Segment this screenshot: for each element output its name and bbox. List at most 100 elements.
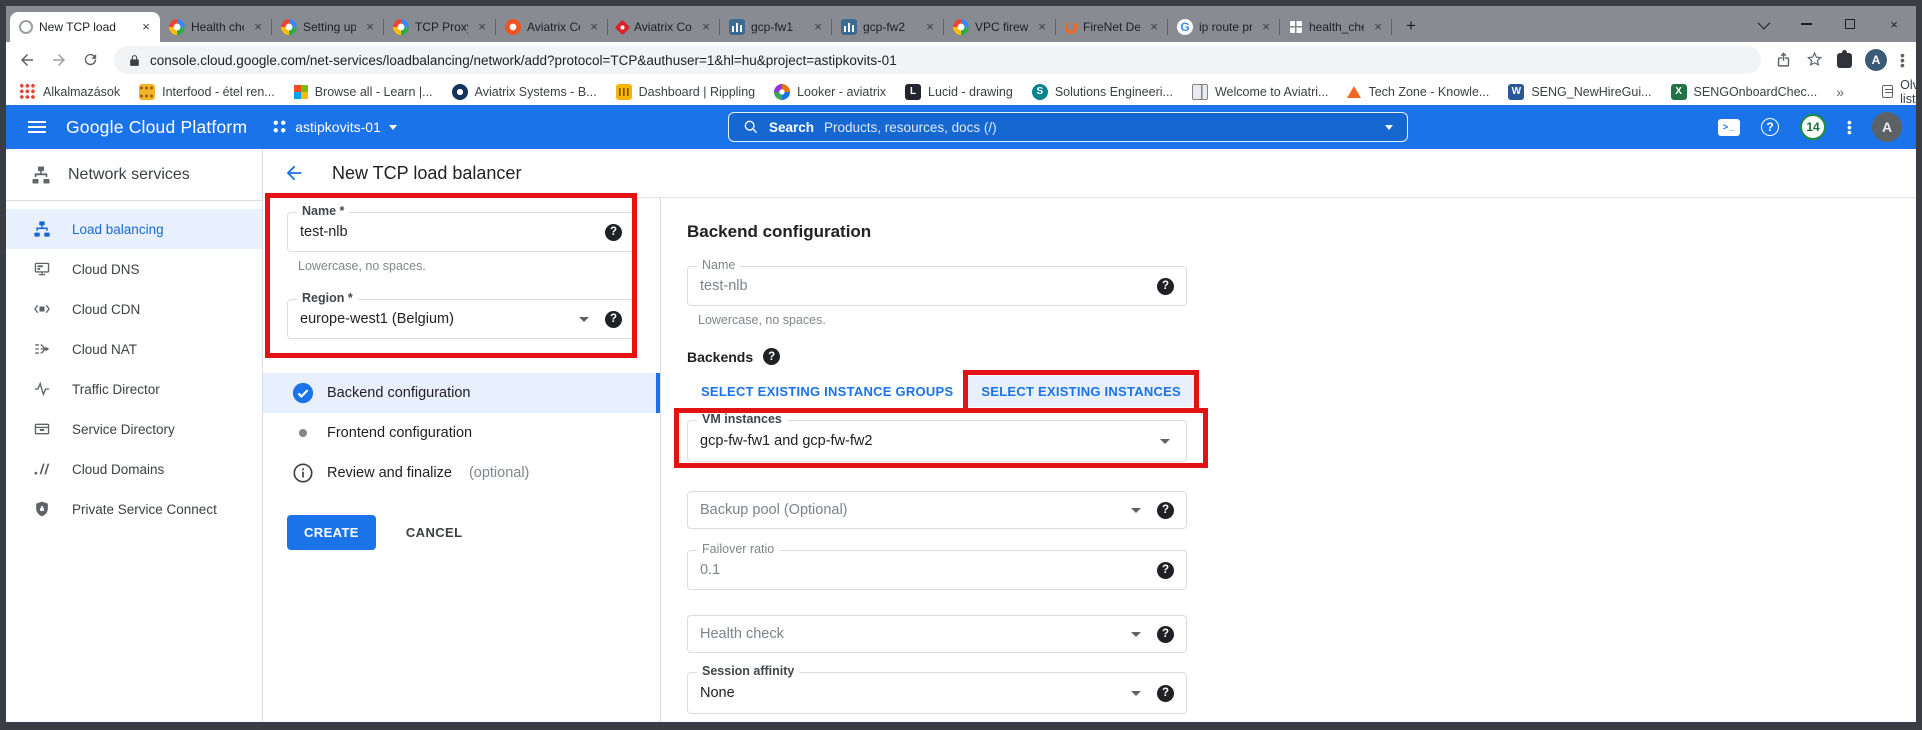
gcp-profile-avatar[interactable]: A bbox=[1872, 112, 1902, 142]
create-button[interactable]: CREATE bbox=[287, 515, 376, 550]
browser-tab[interactable]: health_check_ × bbox=[1280, 12, 1392, 42]
browser-tab[interactable]: Setting up TC × bbox=[272, 12, 384, 42]
sidebar-item-label: Private Service Connect bbox=[72, 502, 217, 517]
close-window-button[interactable]: × bbox=[1872, 6, 1916, 42]
sidebar-item-cloud-dns[interactable]: Cloud DNS bbox=[6, 249, 262, 289]
help-icon[interactable]: ? bbox=[1157, 562, 1174, 579]
bookmark-item[interactable]: Tech Zone - Knowle... bbox=[1347, 85, 1489, 99]
tab-close-icon[interactable]: × bbox=[698, 19, 714, 35]
browser-tab[interactable]: ip route proto × bbox=[1168, 12, 1280, 42]
browser-tab[interactable]: Aviatrix Copil × bbox=[608, 12, 720, 42]
vm-instances-select[interactable]: VM instances gcp-fw-fw1 and gcp-fw-fw2 bbox=[687, 420, 1187, 462]
session-affinity-value: None bbox=[700, 685, 1121, 701]
browser-tab[interactable]: VPC firewall r × bbox=[944, 12, 1056, 42]
bookmark-item[interactable]: SENGOnboardChec... bbox=[1671, 84, 1818, 100]
browser-tab[interactable]: Health checks × bbox=[160, 12, 272, 42]
backend-source-tab[interactable]: SELECT EXISTING INSTANCE GROUPS bbox=[687, 376, 967, 407]
bookmark-item[interactable]: Lucid - drawing bbox=[905, 84, 1013, 100]
forward-nav-icon[interactable] bbox=[50, 51, 68, 69]
hamburger-menu-icon[interactable] bbox=[28, 121, 46, 133]
project-selector[interactable]: astipkovits-01 bbox=[273, 119, 397, 135]
tab-close-icon[interactable]: × bbox=[586, 19, 602, 35]
page-title: New TCP load balancer bbox=[332, 163, 521, 184]
browser-tab[interactable]: gcp-fw1 × bbox=[720, 12, 832, 42]
tab-favicon bbox=[1289, 20, 1303, 34]
tab-close-icon[interactable]: × bbox=[138, 19, 154, 35]
step-label: Review and finalize bbox=[327, 465, 452, 481]
help-menu-icon[interactable]: ? bbox=[1761, 118, 1779, 136]
new-tab-button[interactable]: + bbox=[1398, 13, 1424, 39]
bookmark-star-icon[interactable] bbox=[1806, 51, 1824, 69]
tab-close-icon[interactable]: × bbox=[810, 19, 826, 35]
tab-close-icon[interactable]: × bbox=[250, 19, 266, 35]
minimize-button[interactable] bbox=[1784, 6, 1828, 42]
help-icon[interactable]: ? bbox=[605, 224, 622, 241]
help-icon[interactable]: ? bbox=[605, 311, 622, 328]
cloud-shell-icon[interactable]: >_ bbox=[1718, 119, 1740, 136]
bookmark-item[interactable]: Aviatrix Systems - B... bbox=[452, 84, 597, 100]
tab-close-icon[interactable]: × bbox=[922, 19, 938, 35]
config-step[interactable]: Frontend configuration bbox=[263, 413, 660, 453]
bookmark-item[interactable]: Looker - aviatrix bbox=[774, 84, 886, 100]
extension-icon[interactable] bbox=[1837, 53, 1852, 68]
browser-tab[interactable]: FireNet Detail × bbox=[1056, 12, 1168, 42]
failover-ratio-field[interactable]: Failover ratio 0.1 ? bbox=[687, 550, 1187, 590]
browser-menu-icon[interactable]: ••• bbox=[1900, 53, 1904, 68]
sidebar-item-traffic-director[interactable]: Traffic Director bbox=[6, 369, 262, 409]
bookmark-item[interactable]: Interfood - étel ren... bbox=[139, 84, 275, 100]
dropdown-caret-icon bbox=[1131, 691, 1141, 696]
browser-tab[interactable]: Aviatrix Contr × bbox=[496, 12, 608, 42]
help-icon[interactable]: ? bbox=[1157, 502, 1174, 519]
bookmark-item[interactable]: Solutions Engineeri... bbox=[1032, 84, 1173, 100]
sidebar-item-cloud-domains[interactable]: Cloud Domains bbox=[6, 449, 262, 489]
session-affinity-select[interactable]: Session affinity None ? bbox=[687, 672, 1187, 714]
lb-name-field[interactable]: Name * test-nlb ? bbox=[287, 212, 635, 252]
cancel-button[interactable]: CANCEL bbox=[406, 525, 463, 540]
browser-tab[interactable]: New TCP load × bbox=[10, 12, 160, 42]
tab-close-icon[interactable]: × bbox=[1034, 19, 1050, 35]
bookmark-item[interactable]: Alkalmazások bbox=[20, 84, 120, 100]
backup-pool-select[interactable]: Backup pool (Optional) ? bbox=[687, 491, 1187, 529]
bookmark-item[interactable]: Dashboard | Rippling bbox=[616, 84, 756, 100]
browser-profile-avatar[interactable]: A bbox=[1865, 49, 1887, 71]
region-select[interactable]: Region * europe-west1 (Belgium) ? bbox=[287, 299, 635, 339]
tab-close-icon[interactable]: × bbox=[474, 19, 490, 35]
url-bar[interactable]: console.cloud.google.com/net-services/lo… bbox=[114, 46, 1761, 74]
gcp-menu-icon[interactable]: ••• bbox=[1847, 120, 1851, 135]
sidebar-item-cloud-cdn[interactable]: Cloud CDN bbox=[6, 289, 262, 329]
help-icon[interactable]: ? bbox=[1157, 626, 1174, 643]
back-arrow-icon[interactable] bbox=[283, 162, 305, 184]
browser-tab[interactable]: TCP Proxy Loa × bbox=[384, 12, 496, 42]
tab-search-chevron-icon[interactable] bbox=[1740, 6, 1784, 42]
gcp-search-bar[interactable]: Search Products, resources, docs (/) bbox=[728, 112, 1408, 142]
backend-name-field[interactable]: Name test-nlb ? bbox=[687, 266, 1187, 306]
reload-icon[interactable] bbox=[82, 51, 100, 69]
tab-favicon bbox=[953, 19, 969, 35]
bookmark-item[interactable]: Welcome to Aviatri... bbox=[1192, 84, 1328, 100]
help-icon[interactable]: ? bbox=[1157, 278, 1174, 295]
tab-close-icon[interactable]: × bbox=[1258, 19, 1274, 35]
sidebar-item-cloud-nat[interactable]: Cloud NAT bbox=[6, 329, 262, 369]
maximize-button[interactable] bbox=[1828, 6, 1872, 42]
help-icon[interactable]: ? bbox=[1157, 685, 1174, 702]
tab-close-icon[interactable]: × bbox=[1370, 19, 1386, 35]
share-icon[interactable] bbox=[1775, 51, 1793, 69]
bookmark-item[interactable]: SENG_NewHireGui... bbox=[1508, 84, 1651, 100]
backend-source-tab[interactable]: SELECT EXISTING INSTANCES bbox=[967, 376, 1195, 407]
help-icon[interactable]: ? bbox=[763, 348, 780, 365]
reading-list-button[interactable]: Olvasási lista bbox=[1882, 78, 1922, 106]
tab-close-icon[interactable]: × bbox=[362, 19, 378, 35]
sidebar-item-load-balancing[interactable]: Load balancing bbox=[6, 209, 262, 249]
config-step[interactable]: Review and finalize (optional) bbox=[263, 453, 660, 493]
sidebar-item-service-directory[interactable]: Service Directory bbox=[6, 409, 262, 449]
sidebar-item-private-service-connect[interactable]: Private Service Connect bbox=[6, 489, 262, 529]
bookmark-item[interactable]: Browse all - Learn |... bbox=[294, 85, 433, 99]
tab-close-icon[interactable]: × bbox=[1146, 19, 1162, 35]
notifications-badge[interactable]: 14 bbox=[1800, 114, 1826, 140]
gcp-logo[interactable]: Google Cloud Platform bbox=[66, 117, 247, 138]
health-check-select[interactable]: Health check ? bbox=[687, 615, 1187, 653]
config-step[interactable]: Backend configuration bbox=[263, 373, 660, 413]
back-nav-icon[interactable] bbox=[18, 51, 36, 69]
browser-tab[interactable]: gcp-fw2 × bbox=[832, 12, 944, 42]
bookmarks-overflow-chevron[interactable]: » bbox=[1836, 84, 1844, 100]
